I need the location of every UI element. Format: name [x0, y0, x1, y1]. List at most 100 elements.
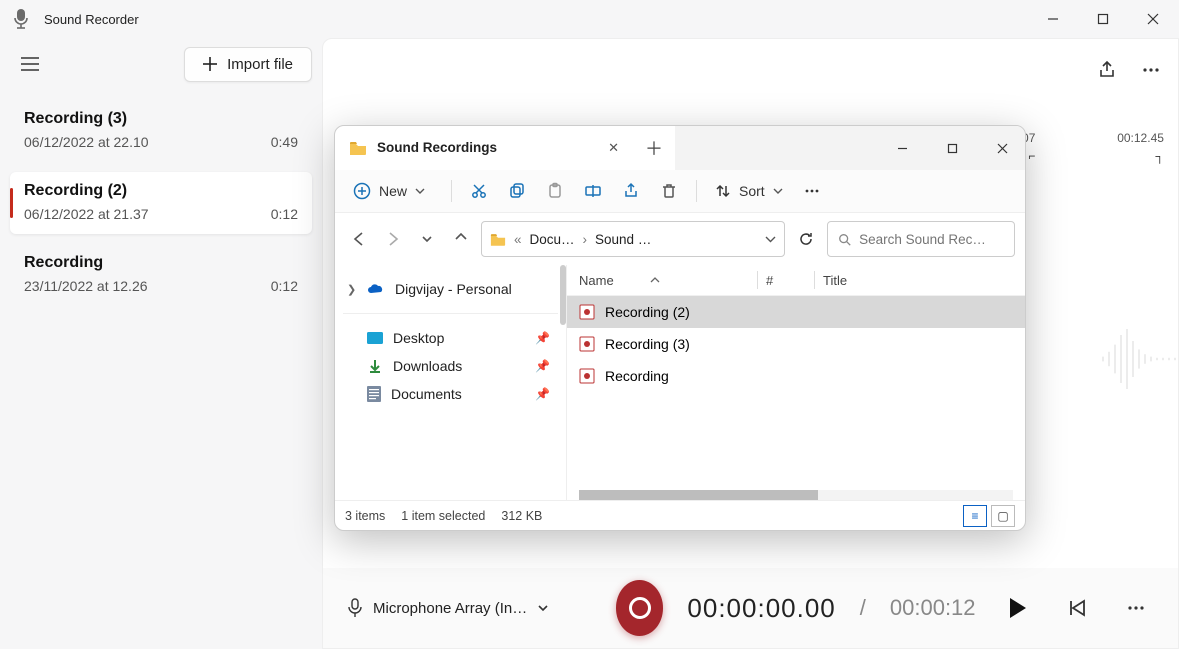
- new-button[interactable]: New: [345, 178, 433, 204]
- copy-button[interactable]: [500, 178, 534, 204]
- recording-duration: 0:12: [271, 206, 298, 222]
- column-name[interactable]: Name: [579, 273, 614, 288]
- recording-title: Recording: [24, 254, 298, 272]
- recording-item[interactable]: Recording (2) 06/12/2022 at 21.37 0:12: [10, 172, 312, 234]
- tree-item-downloads[interactable]: Downloads 📌: [343, 352, 558, 380]
- tree-label: Desktop: [393, 330, 444, 346]
- import-file-label: Import file: [227, 56, 293, 73]
- microphone-picker[interactable]: Microphone Array (In…: [347, 598, 592, 618]
- tree-scrollbar[interactable]: [560, 265, 566, 325]
- chevron-down-icon: [773, 186, 783, 196]
- file-explorer-window: Sound Recordings ✕ ＋ New: [334, 125, 1026, 531]
- file-name: Recording (2): [605, 304, 690, 320]
- recording-title: Recording (3): [24, 110, 298, 128]
- scissors-icon: [470, 182, 488, 200]
- nav-forward-button[interactable]: [379, 225, 407, 253]
- search-box[interactable]: [827, 221, 1015, 257]
- folder-icon: [490, 233, 506, 246]
- toolbar-more-button[interactable]: [795, 178, 829, 204]
- status-size: 312 KB: [501, 509, 542, 523]
- file-list-header[interactable]: Name # Title: [567, 265, 1025, 296]
- trash-icon: [660, 182, 678, 200]
- skip-start-button[interactable]: [1059, 587, 1095, 629]
- tree-item-personal[interactable]: ❯ Digvijay - Personal: [343, 275, 558, 303]
- explorer-files: Name # Title Recording (2) Record: [567, 265, 1025, 500]
- column-title[interactable]: Title: [823, 273, 847, 288]
- record-button[interactable]: [616, 580, 663, 636]
- sort-icon: [715, 183, 731, 199]
- record-icon: [629, 597, 651, 619]
- pin-icon: 📌: [535, 387, 550, 401]
- recording-item[interactable]: Recording 23/11/2022 at 12.26 0:12: [10, 244, 312, 306]
- breadcrumb-segment[interactable]: Sound …: [595, 232, 651, 247]
- share-button[interactable]: [1088, 51, 1126, 89]
- delete-button[interactable]: [652, 178, 686, 204]
- sound-recorder-window: Sound Recorder Import file Recording (3): [0, 0, 1179, 649]
- maximize-button[interactable]: [1081, 4, 1125, 34]
- player-bar: Microphone Array (In… 00:00:00.00 / 00:0…: [323, 568, 1178, 648]
- nav-back-button[interactable]: [345, 225, 373, 253]
- explorer-tree: ❯ Digvijay - Personal Desktop 📌 Download…: [335, 265, 567, 500]
- cut-button[interactable]: [462, 178, 496, 204]
- refresh-button[interactable]: [791, 224, 821, 254]
- address-bar[interactable]: « Docu… › Sound …: [481, 221, 785, 257]
- more-button[interactable]: [1132, 51, 1170, 89]
- search-input[interactable]: [859, 232, 1004, 247]
- pin-icon: 📌: [535, 331, 550, 345]
- column-number[interactable]: #: [766, 273, 773, 288]
- folder-icon: [349, 141, 367, 155]
- ruler-tick: 00:12.45: [1117, 131, 1164, 145]
- explorer-nav: « Docu… › Sound …: [335, 213, 1025, 265]
- tree-item-desktop[interactable]: Desktop 📌: [343, 324, 558, 352]
- menu-button[interactable]: [10, 46, 50, 82]
- import-file-button[interactable]: Import file: [184, 47, 312, 82]
- time-total: 00:00:12: [890, 595, 976, 621]
- recordings-list: Recording (3) 06/12/2022 at 22.10 0:49 R…: [10, 100, 312, 306]
- tree-label: Digvijay - Personal: [395, 281, 512, 297]
- tab-close-button[interactable]: ✕: [608, 140, 619, 156]
- file-row[interactable]: Recording (3): [567, 328, 1025, 360]
- nav-up-button[interactable]: [447, 225, 475, 253]
- icons-view-button[interactable]: ▢: [991, 505, 1015, 527]
- recording-title: Recording (2): [24, 182, 298, 200]
- recording-subtitle: 06/12/2022 at 21.37: [24, 206, 149, 222]
- new-tab-button[interactable]: ＋: [633, 126, 675, 170]
- sort-label: Sort: [739, 183, 765, 199]
- explorer-tab[interactable]: Sound Recordings ✕: [335, 126, 633, 170]
- recording-item[interactable]: Recording (3) 06/12/2022 at 22.10 0:49: [10, 100, 312, 162]
- file-row[interactable]: Recording (2): [567, 296, 1025, 328]
- close-button[interactable]: [1131, 4, 1175, 34]
- rename-button[interactable]: [576, 178, 610, 204]
- recording-duration: 0:12: [271, 278, 298, 294]
- horizontal-scrollbar[interactable]: [579, 490, 1013, 500]
- details-view-button[interactable]: ≡: [963, 505, 987, 527]
- breadcrumb-segment[interactable]: Docu…: [530, 232, 575, 247]
- chevron-down-icon: [537, 602, 549, 614]
- minimize-button[interactable]: [1031, 4, 1075, 34]
- explorer-minimize-button[interactable]: [881, 133, 923, 163]
- play-button[interactable]: [1000, 587, 1036, 629]
- desktop-icon: [367, 332, 383, 344]
- player-more-button[interactable]: [1119, 587, 1155, 629]
- onedrive-icon: [367, 283, 385, 295]
- explorer-close-button[interactable]: [981, 133, 1023, 163]
- audio-file-icon: [579, 304, 595, 320]
- recording-subtitle: 06/12/2022 at 22.10: [24, 134, 149, 150]
- chevron-down-icon[interactable]: [765, 234, 776, 245]
- status-selection: 1 item selected: [401, 509, 485, 523]
- nav-recent-button[interactable]: [413, 225, 441, 253]
- microphone-icon: [347, 598, 363, 618]
- paste-button[interactable]: [538, 178, 572, 204]
- chevron-down-icon: [415, 186, 425, 196]
- explorer-maximize-button[interactable]: [931, 133, 973, 163]
- sort-button[interactable]: Sort: [707, 179, 791, 203]
- explorer-title-bar: Sound Recordings ✕ ＋: [335, 126, 1025, 170]
- explorer-toolbar: New Sort: [335, 170, 1025, 213]
- audio-file-icon: [579, 336, 595, 352]
- share-button[interactable]: [614, 178, 648, 204]
- tree-item-documents[interactable]: Documents 📌: [343, 380, 558, 408]
- sort-asc-icon: [650, 275, 660, 285]
- file-row[interactable]: Recording: [567, 360, 1025, 392]
- window-controls: [1031, 4, 1175, 34]
- recording-subtitle: 23/11/2022 at 12.26: [24, 278, 148, 294]
